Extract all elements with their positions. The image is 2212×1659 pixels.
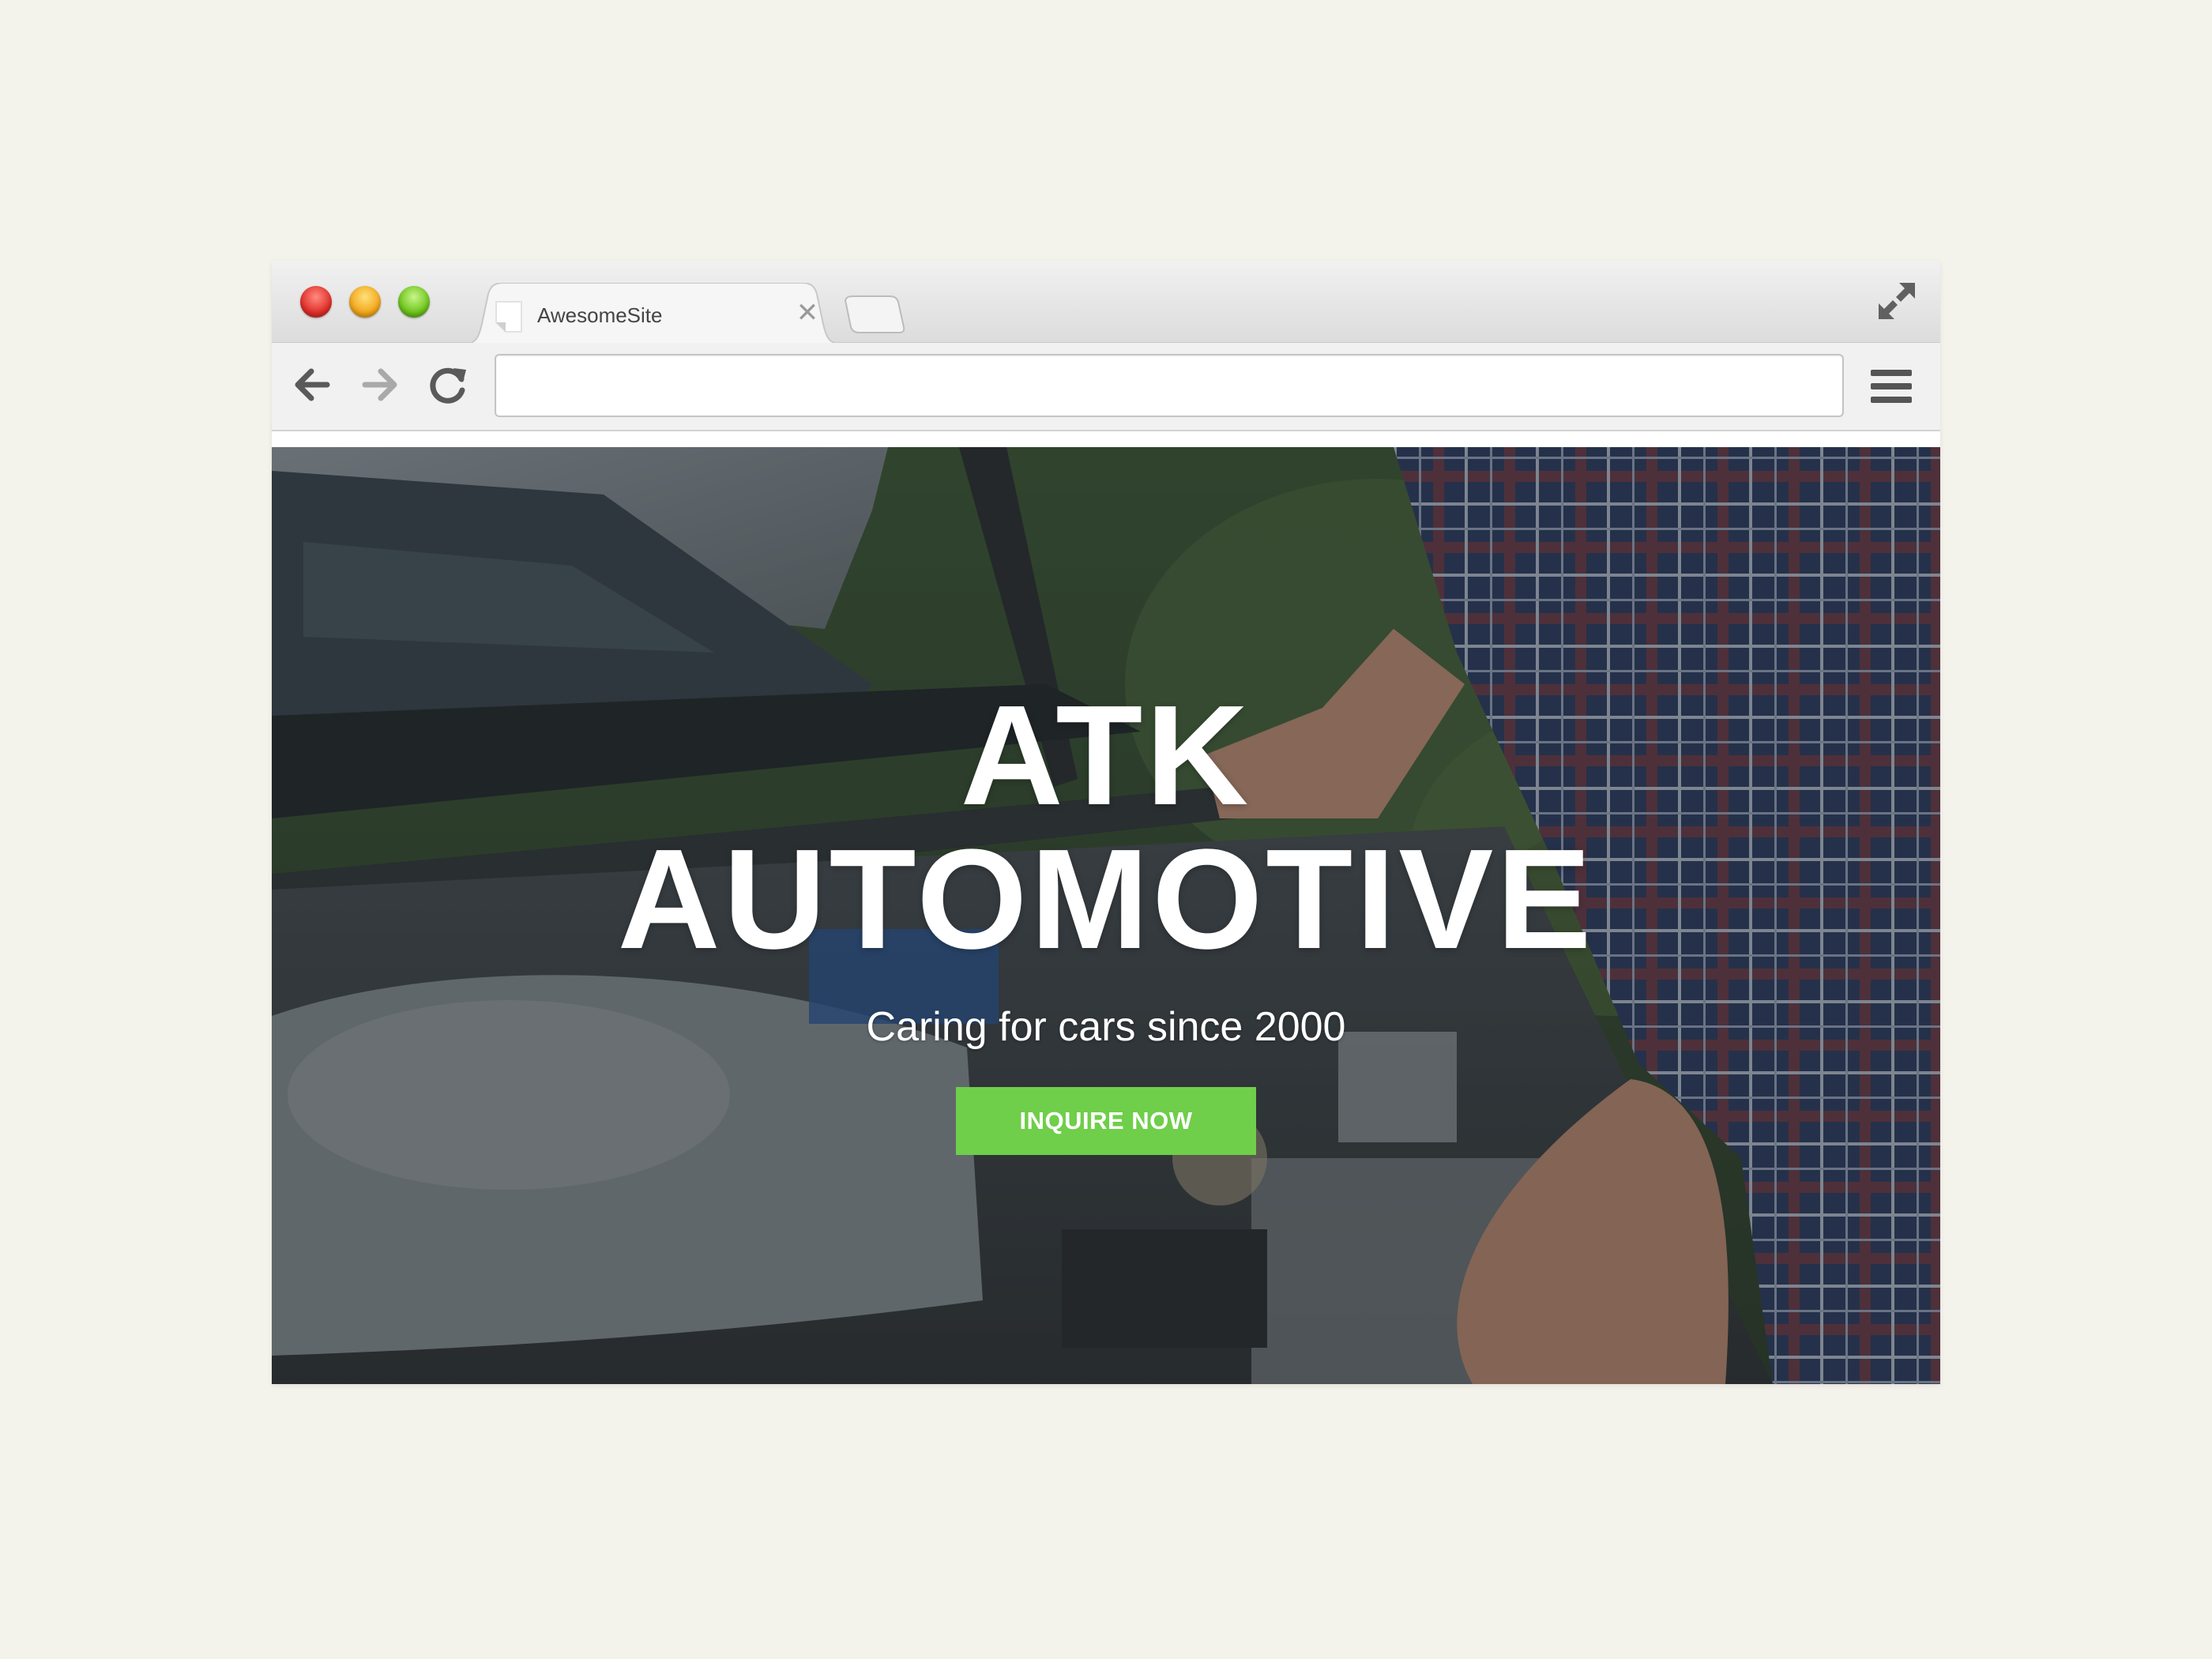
hero-title-line-2: AUTOMOTIVE xyxy=(617,820,1595,979)
address-bar[interactable] xyxy=(495,354,1844,417)
browser-window: AwesomeSite ✕ ATK AUTOMOTIVE Caring for … xyxy=(272,261,1940,1384)
hero-subtitle: Caring for cars since 2000 xyxy=(866,1004,1346,1050)
arrow-left-icon[interactable] xyxy=(289,362,335,408)
hero-section: ATK AUTOMOTIVE Caring for cars since 200… xyxy=(272,684,1940,1155)
hamburger-menu-icon[interactable] xyxy=(1869,365,1913,408)
reload-icon[interactable] xyxy=(425,362,471,408)
browser-toolbar xyxy=(272,343,1940,431)
window-zoom-button[interactable] xyxy=(398,286,430,318)
page-icon xyxy=(495,301,522,333)
new-tab-button[interactable] xyxy=(841,295,907,333)
window-close-button[interactable] xyxy=(300,286,332,318)
tab-bar: AwesomeSite ✕ xyxy=(272,261,1940,344)
page-viewport: ATK AUTOMOTIVE Caring for cars since 200… xyxy=(272,447,1940,1384)
window-minimize-button[interactable] xyxy=(349,286,381,318)
hero-title-line-1: ATK xyxy=(960,676,1252,835)
tab-close-icon[interactable]: ✕ xyxy=(792,297,823,329)
expand-icon[interactable] xyxy=(1874,278,1920,324)
arrow-right-icon[interactable] xyxy=(357,362,403,408)
inquire-now-button[interactable]: INQUIRE NOW xyxy=(956,1087,1256,1155)
tab-title: AwesomeSite xyxy=(537,303,663,327)
hero-title: ATK AUTOMOTIVE xyxy=(272,684,1940,972)
tab-awesomesite[interactable]: AwesomeSite ✕ xyxy=(461,283,844,344)
